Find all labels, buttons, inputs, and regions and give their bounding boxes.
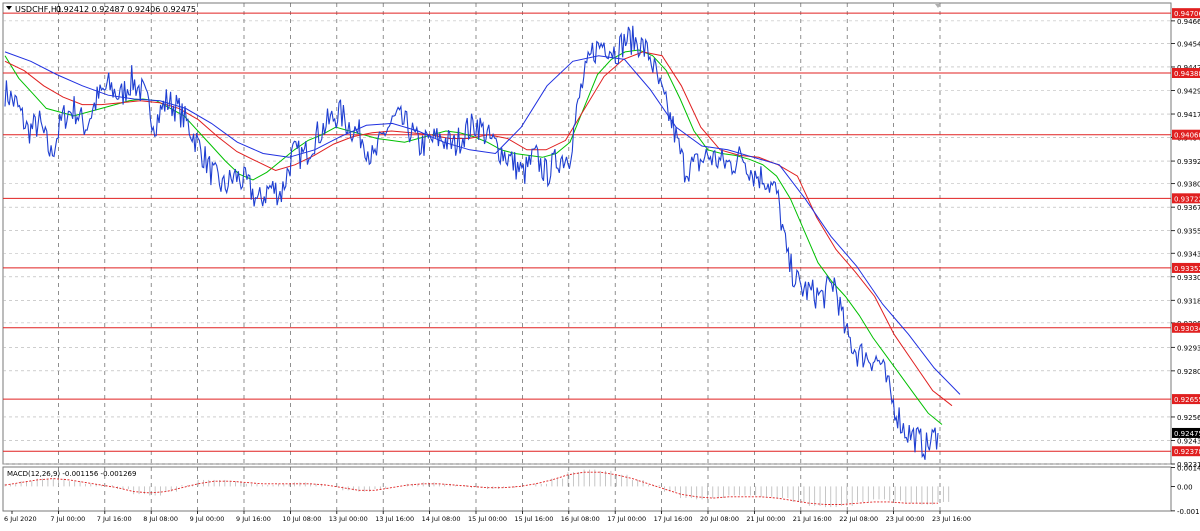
x-tick-label: 14 Jul 08:00 bbox=[422, 515, 461, 523]
y-tick-label: 0.94295 bbox=[1177, 87, 1200, 95]
x-tick-label: 9 Jul 00:00 bbox=[190, 515, 225, 523]
price-panel-frame bbox=[2, 2, 1172, 465]
y-tick-label: 0.92930 bbox=[1177, 344, 1200, 352]
y-tick-label: 0.92435 bbox=[1177, 437, 1200, 445]
y-tick-label: 0.93920 bbox=[1177, 158, 1200, 166]
current-price-text: 0.92475 bbox=[1174, 430, 1200, 438]
level-label-text: 0.92378 bbox=[1174, 448, 1200, 456]
macd-y-tick-label: 0.00 bbox=[1177, 483, 1193, 491]
level-label-text: 0.93352 bbox=[1174, 265, 1200, 273]
x-tick-label: 23 Jul 16:00 bbox=[932, 515, 971, 523]
x-tick-label: 15 Jul 00:00 bbox=[468, 515, 507, 523]
x-tick-label: 9 Jul 16:00 bbox=[236, 515, 271, 523]
y-tick-label: 0.93180 bbox=[1177, 297, 1200, 305]
y-tick-label: 0.93675 bbox=[1177, 204, 1200, 212]
level-label-text: 0.93034 bbox=[1174, 325, 1200, 333]
x-tick-label: 22 Jul 08:00 bbox=[839, 515, 878, 523]
x-tick-label: 16 Jul 08:00 bbox=[561, 515, 600, 523]
level-label-text: 0.92655 bbox=[1174, 396, 1200, 404]
y-tick-label: 0.94545 bbox=[1177, 40, 1200, 48]
y-tick-label: 0.93550 bbox=[1177, 228, 1200, 236]
trading-chart-window: 0.946650.945450.944200.942950.941700.940… bbox=[0, 0, 1200, 527]
y-tick-label: 0.93305 bbox=[1177, 274, 1200, 282]
level-label-text: 0.93722 bbox=[1174, 195, 1200, 203]
x-tick-label: 17 Jul 00:00 bbox=[607, 515, 646, 523]
level-label-text: 0.94706 bbox=[1174, 10, 1200, 18]
y-tick-label: 0.94665 bbox=[1177, 18, 1200, 26]
x-tick-label: 13 Jul 16:00 bbox=[375, 515, 414, 523]
y-tick-label: 0.93430 bbox=[1177, 250, 1200, 258]
x-tick-label: 17 Jul 16:00 bbox=[654, 515, 693, 523]
x-tick-label: 6 Jul 2020 bbox=[4, 515, 37, 523]
x-tick-label: 7 Jul 00:00 bbox=[50, 515, 85, 523]
x-tick-label: 8 Jul 08:00 bbox=[143, 515, 178, 523]
symbol-header: USDCHF,H1 0.92412 0.92487 0.92406 0.9247… bbox=[6, 5, 196, 14]
x-tick-label: 20 Jul 08:00 bbox=[700, 515, 739, 523]
x-tick-label: 21 Jul 16:00 bbox=[793, 515, 832, 523]
y-tick-label: 0.93800 bbox=[1177, 181, 1200, 189]
macd-label: MACD(12,26,9) -0.001156 -0.001269 bbox=[7, 470, 136, 478]
y-tick-label: 0.92560 bbox=[1177, 414, 1200, 422]
x-tick-label: 13 Jul 00:00 bbox=[329, 515, 368, 523]
x-tick-label: 21 Jul 00:00 bbox=[746, 515, 785, 523]
x-tick-label: 10 Jul 08:00 bbox=[282, 515, 321, 523]
macd-y-tick-label: -0.00189 bbox=[1177, 508, 1200, 516]
symbol-label: USDCHF,H1 bbox=[15, 5, 62, 14]
x-tick-label: 15 Jul 16:00 bbox=[514, 515, 553, 523]
level-label-text: 0.94388 bbox=[1174, 70, 1200, 78]
y-tick-label: 0.94170 bbox=[1177, 111, 1200, 119]
y-tick-label: 0.92805 bbox=[1177, 368, 1200, 376]
x-tick-label: 23 Jul 00:00 bbox=[886, 515, 925, 523]
ohlc-values: 0.92412 0.92487 0.92406 0.92475 bbox=[56, 5, 196, 14]
macd-y-tick-label: 0.00146 bbox=[1177, 465, 1200, 473]
level-label-text: 0.94060 bbox=[1174, 132, 1200, 140]
chart-canvas[interactable]: 0.946650.945450.944200.942950.941700.940… bbox=[0, 0, 1200, 527]
x-tick-label: 7 Jul 16:00 bbox=[97, 515, 132, 523]
